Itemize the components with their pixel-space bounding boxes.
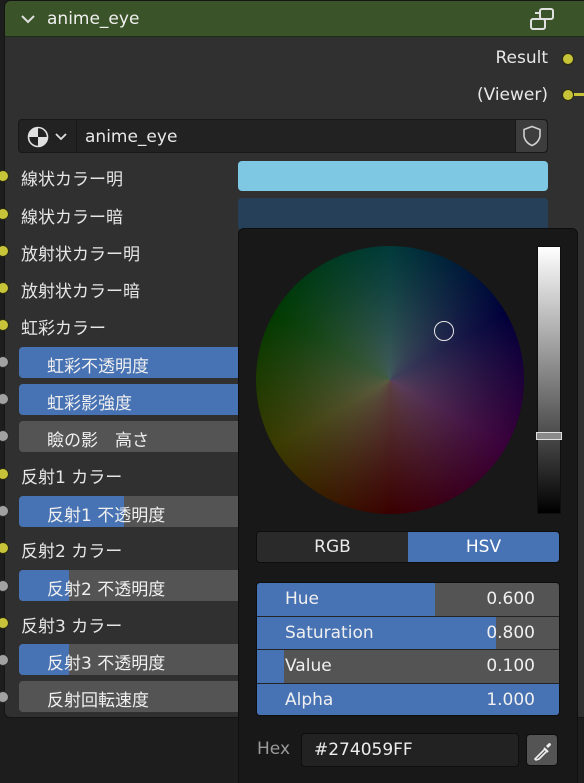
output-result-label: Result xyxy=(495,48,548,68)
field-label: Hue xyxy=(285,589,320,609)
eyedropper-button[interactable] xyxy=(526,734,558,766)
node-title: anime_eye xyxy=(47,9,140,29)
output-result-socket[interactable] xyxy=(562,53,574,65)
chevron-down-icon[interactable] xyxy=(19,10,37,28)
chevron-down-icon xyxy=(55,133,67,141)
wheel-cursor[interactable] xyxy=(434,321,454,341)
field-label: Value xyxy=(285,656,332,676)
material-selector[interactable]: anime_eye xyxy=(18,119,548,153)
value-field[interactable]: Value 0.100 xyxy=(257,650,559,684)
shield-icon xyxy=(523,125,541,147)
field-value: 0.600 xyxy=(486,589,535,609)
node-group-icon[interactable] xyxy=(529,7,555,31)
output-viewer-label: (Viewer) xyxy=(476,85,548,105)
slider-reflect1-opacity[interactable]: 反射1 不透明度 xyxy=(19,496,269,527)
input-label: 反射1 カラー xyxy=(21,468,123,488)
input-label: 放射状カラー暗 xyxy=(21,282,140,302)
hex-label: Hex xyxy=(257,739,291,759)
slider-reflect3-opacity[interactable]: 反射3 不透明度 xyxy=(19,644,269,675)
field-value: 0.800 xyxy=(486,622,535,643)
field-fill xyxy=(257,650,285,683)
slider-label: 虹彩影強度 xyxy=(47,394,132,414)
slider-eyelid-shadow-height[interactable]: 瞼の影 高さ xyxy=(19,421,269,452)
slider-reflect-rotation-speed[interactable]: 反射回転速度 xyxy=(19,681,269,712)
slider-label: 反射3 不透明度 xyxy=(47,654,166,674)
alpha-field[interactable]: Alpha 1.000 xyxy=(257,683,559,715)
slider-label: 反射1 不透明度 xyxy=(47,506,166,526)
tab-hsv[interactable]: HSV xyxy=(408,532,559,562)
value-slider-handle[interactable] xyxy=(536,432,562,440)
field-label: Saturation xyxy=(285,622,374,643)
hsv-color-wheel[interactable] xyxy=(256,246,524,514)
slider-label: 虹彩不透明度 xyxy=(47,357,149,377)
node-header[interactable]: anime_eye xyxy=(5,1,584,37)
field-fill xyxy=(257,583,436,616)
color-picker-popup: RGB HSV Hue 0.600 Saturation 0.800 Value… xyxy=(238,228,578,783)
field-value: 0.100 xyxy=(486,656,535,676)
material-sphere-icon xyxy=(27,126,49,148)
input-label: 線状カラー明 xyxy=(21,170,123,190)
slider-iris-shadow[interactable]: 虹彩影強度 xyxy=(19,384,269,415)
slider-label: 瞼の影 高さ xyxy=(47,431,149,451)
field-value: 1.000 xyxy=(486,689,535,710)
input-label: 虹彩カラー xyxy=(21,319,106,339)
hue-field[interactable]: Hue 0.600 xyxy=(257,583,559,617)
hex-input[interactable]: #274059FF xyxy=(301,733,519,767)
slider-label: 反射2 不透明度 xyxy=(47,580,166,600)
material-name[interactable]: anime_eye xyxy=(85,127,177,147)
input-label: 放射状カラー明 xyxy=(21,245,140,265)
field-label: Alpha xyxy=(285,689,334,710)
input-label: 反射2 カラー xyxy=(21,542,123,562)
value-slider-bar[interactable] xyxy=(536,246,562,514)
input-label: 線状カラー暗 xyxy=(21,208,123,228)
eyedropper-icon xyxy=(533,743,551,761)
color-swatch-linear-light[interactable] xyxy=(238,161,548,191)
fake-user-button[interactable] xyxy=(515,120,547,152)
color-swatch-linear-dark[interactable] xyxy=(238,198,548,230)
material-browse-button[interactable] xyxy=(19,120,77,152)
slider-reflect2-opacity[interactable]: 反射2 不透明度 xyxy=(19,570,269,601)
color-mode-tabs: RGB HSV xyxy=(256,531,560,563)
slider-label: 反射回転速度 xyxy=(47,691,149,711)
hsv-properties: Hue 0.600 Saturation 0.800 Value 0.100 A… xyxy=(256,582,560,716)
viewer-link-wire xyxy=(574,93,584,96)
slider-iris-opacity[interactable]: 虹彩不透明度 xyxy=(19,347,269,378)
input-label: 反射3 カラー xyxy=(21,617,123,637)
tab-rgb[interactable]: RGB xyxy=(257,532,408,562)
saturation-field[interactable]: Saturation 0.800 xyxy=(257,616,559,650)
output-viewer-socket[interactable] xyxy=(562,89,574,101)
